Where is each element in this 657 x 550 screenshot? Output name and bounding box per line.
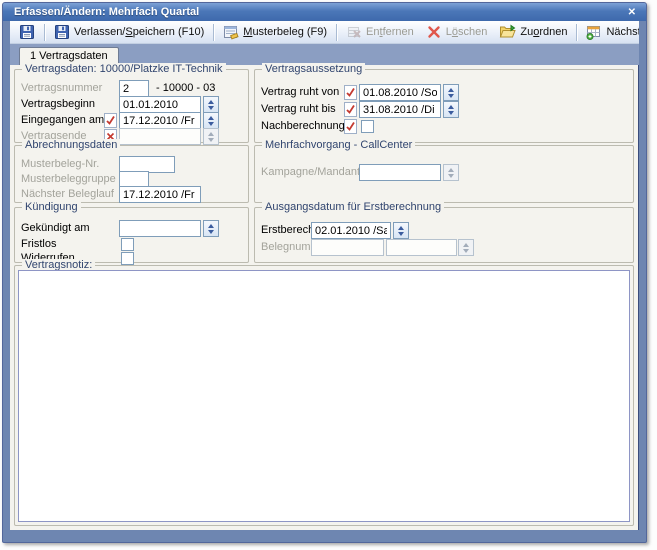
entfernen-button: Entfernen [340,22,420,42]
group-erstberechnung: Ausgangsdatum für Erstberechnung Erstber… [254,207,634,263]
group-vertragsdaten: Vertragsdaten: 10000/Platzke IT-Technik … [14,69,249,143]
toolbar-separator [336,24,337,41]
naechster-beleglauf-input[interactable] [119,186,201,203]
group-caption: Kündigung [22,201,81,213]
dialog-window: Erfassen/Ändern: Mehrfach Quartal ✕ Ve [2,2,647,543]
kampagne-mandant-spinner [443,164,459,181]
table-run-icon [586,24,602,40]
group-caption: Mehrfachvorgang - CallCenter [262,139,415,151]
vertragsende-spinner [203,128,219,145]
field-label: Nächster Beleglauf [21,188,114,200]
window-title: Erfassen/Ändern: Mehrfach Quartal [14,6,626,18]
button-label: schen [458,26,487,38]
folder-assign-icon [499,24,516,40]
form-icon [223,24,239,40]
group-vertragsnotiz: Vertragsnotiz: [14,265,634,526]
remove-grid-icon [346,24,362,40]
window-body: Verlassen/Speichern (F10) Musterbeleg (F… [10,21,639,530]
field-label: Vertrag ruht von [261,86,339,98]
eingegangen-am-spinner[interactable] [203,112,219,129]
group-vertragsaussetzung: Vertragsaussetzung Vertrag ruht von Vert… [254,69,634,143]
toolbar-separator [213,24,214,41]
close-button[interactable]: ✕ [626,7,638,18]
toolbar: Verlassen/Speichern (F10) Musterbeleg (F… [10,21,639,44]
belegnummer-input-2 [386,239,457,256]
field-label: Nachberechnung [261,120,345,132]
button-label: Verlassen/ [74,26,125,38]
zuordnen-button[interactable]: Zuordnen [493,22,573,42]
gekuendigt-am-input[interactable] [119,220,201,237]
field-label: Musterbeleg-Nr. [21,158,99,170]
field-label: Vertragsbeginn [21,98,95,110]
modified-check-icon[interactable] [104,113,117,128]
vertragsnotiz-textarea[interactable] [18,270,630,522]
floppy-exit-icon [54,24,70,40]
button-label: S [125,26,132,38]
delete-x-icon [426,24,442,40]
vertrag-ruht-von-spinner[interactable] [443,84,459,101]
gekuendigt-am-spinner[interactable] [203,220,219,237]
leave-save-button[interactable]: Verlassen/Speichern (F10) [48,22,210,42]
loeschen-button: Löschen [420,22,494,42]
modified-check-icon[interactable] [344,119,357,134]
field-label: Vertrag ruht bis [261,103,336,115]
belegnummer-input-1 [311,239,384,256]
vertragsbeginn-spinner[interactable] [203,96,219,113]
tab-strip: 1 Vertragsdaten [10,44,639,65]
erstberechnung-zum-input[interactable] [311,222,391,239]
group-caption: Ausgangsdatum für Erstberechnung [262,201,444,213]
naechster-beleglauf-button[interactable]: Nächster Beleglauf [580,22,639,42]
erstberechnung-zum-spinner[interactable] [393,222,409,239]
field-label: Eingegangen am [21,114,104,126]
kampagne-mandant-input[interactable] [359,164,441,181]
vertrag-ruht-bis-input[interactable] [359,101,441,118]
save-button[interactable] [13,22,41,42]
musterbeleg-button[interactable]: Musterbeleg (F9) [217,22,333,42]
modified-check-icon[interactable] [344,102,357,117]
toolbar-separator [44,24,45,41]
group-kuendigung: Kündigung Gekündigt am Fristlos Widerruf… [14,207,249,263]
vertragsbeginn-input[interactable] [119,96,201,113]
field-label: Vertragsnummer [21,82,102,94]
belegnummer-spinner [458,239,474,256]
modified-check-icon[interactable] [344,85,357,100]
vertrag-ruht-von-input[interactable] [359,84,441,101]
button-label: fernen [383,26,414,38]
vertragsnummer-suffix: - 10000 - 03 [156,82,215,94]
vertragsende-input [119,128,201,145]
field-label: Gekündigt am [21,222,89,234]
floppy-icon [19,24,35,40]
toolbar-separator [576,24,577,41]
vertrag-ruht-bis-spinner[interactable] [443,101,459,118]
button-label: rdnen [539,26,567,38]
group-callcenter: Mehrfachvorgang - CallCenter Kampagne/Ma… [254,145,634,203]
form-panel: Vertragsdaten: 10000/Platzke IT-Technik … [10,65,639,530]
widerrufen-checkbox[interactable] [121,252,134,265]
eingegangen-am-input[interactable] [119,112,201,129]
button-label: En [366,26,379,38]
field-label: Musterbeleggruppe [21,173,116,185]
button-label: Zu [520,26,533,38]
button-label: peichern (F10) [133,26,205,38]
vertragsnummer-input[interactable] [119,80,149,97]
group-abrechnungsdaten: Abrechnungsdaten Musterbeleg-Nr. Musterb… [14,145,249,203]
group-caption: Vertragsaussetzung [262,63,365,75]
group-caption: Vertragsdaten: 10000/Platzke IT-Technik [22,63,226,75]
button-label: Nächster Beleglauf [606,26,639,38]
group-caption: Abrechnungsdaten [22,139,120,151]
field-label: Kampagne/Mandant [261,166,360,178]
titlebar[interactable]: Erfassen/Ändern: Mehrfach Quartal ✕ [3,3,646,21]
field-label: Fristlos [21,238,56,250]
button-label: usterbeleg (F9) [252,26,327,38]
nachberechnung-checkbox[interactable] [361,120,374,133]
